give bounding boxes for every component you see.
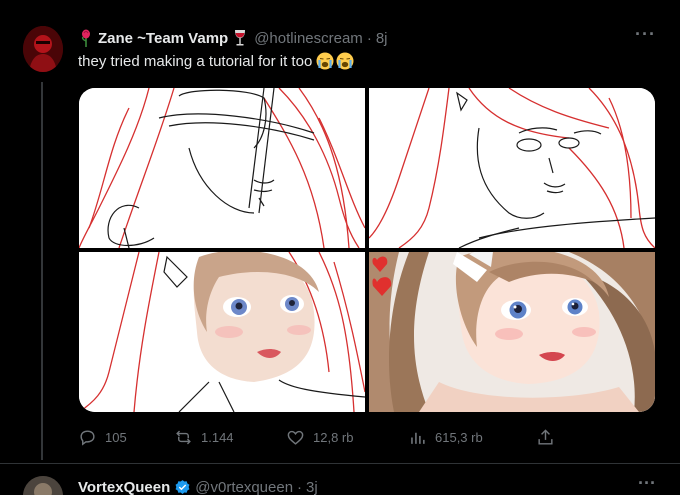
heart-icon <box>287 430 304 445</box>
loudly-crying-face-icon <box>336 52 354 70</box>
views-count: 615,3 rb <box>435 430 483 445</box>
reply-button[interactable]: 105 <box>78 428 127 447</box>
tweet-media-grid[interactable] <box>79 88 655 412</box>
tweet-text-content: they tried making a tutorial for it too <box>78 52 313 70</box>
next-author-handle[interactable]: @v0rtexqueen <box>195 479 293 495</box>
rose-icon <box>81 29 90 47</box>
next-author-avatar[interactable] <box>23 476 63 495</box>
separator-dot: · <box>366 29 372 47</box>
separator-dot: · <box>297 478 303 495</box>
media-image-sketch-lines[interactable] <box>79 88 365 248</box>
media-image-sketch-face[interactable] <box>369 88 655 248</box>
like-button[interactable]: 12,8 rb <box>286 428 353 447</box>
next-tweet-header: VortexQueen @v0rtexqueen · 3j <box>78 477 318 495</box>
author-avatar[interactable] <box>23 26 63 72</box>
media-image-partially-colored[interactable] <box>79 252 365 412</box>
retweet-icon <box>176 430 191 445</box>
tweet-timestamp[interactable]: 8j <box>376 30 388 47</box>
wine-glass-icon <box>235 30 246 46</box>
next-author-display-name[interactable]: VortexQueen <box>78 479 170 495</box>
share-icon <box>538 429 553 445</box>
tweet-divider <box>0 463 680 464</box>
tweet-header: Zane ~Team Vamp @hotlinescream · 8j ··· <box>78 24 656 48</box>
retweet-button[interactable]: 1.144 <box>174 428 234 447</box>
next-tweet-timestamp[interactable]: 3j <box>306 479 318 495</box>
tweet-action-bar: 105 1.144 12,8 rb 615,3 rb <box>78 428 558 448</box>
views-button[interactable]: 615,3 rb <box>408 428 483 447</box>
media-image-finished-render[interactable] <box>369 252 655 412</box>
timeline: Zane ~Team Vamp @hotlinescream · 8j ··· … <box>0 0 680 495</box>
next-more-options-icon[interactable]: ··· <box>638 473 656 494</box>
verified-badge-icon <box>175 479 190 494</box>
thread-connector-line <box>41 82 43 460</box>
tweet-text: they tried making a tutorial for it too <box>78 52 354 70</box>
reply-count: 105 <box>105 430 127 445</box>
more-options-icon[interactable]: ··· <box>635 24 656 45</box>
author-display-name[interactable]: Zane ~Team Vamp <box>98 30 228 47</box>
loudly-crying-face-icon <box>316 52 334 70</box>
share-button[interactable] <box>536 428 563 447</box>
like-count: 12,8 rb <box>313 430 354 445</box>
reply-icon <box>80 430 95 446</box>
views-chart-icon <box>411 432 425 444</box>
author-handle[interactable]: @hotlinescream <box>254 30 363 47</box>
retweet-count: 1.144 <box>201 430 234 445</box>
